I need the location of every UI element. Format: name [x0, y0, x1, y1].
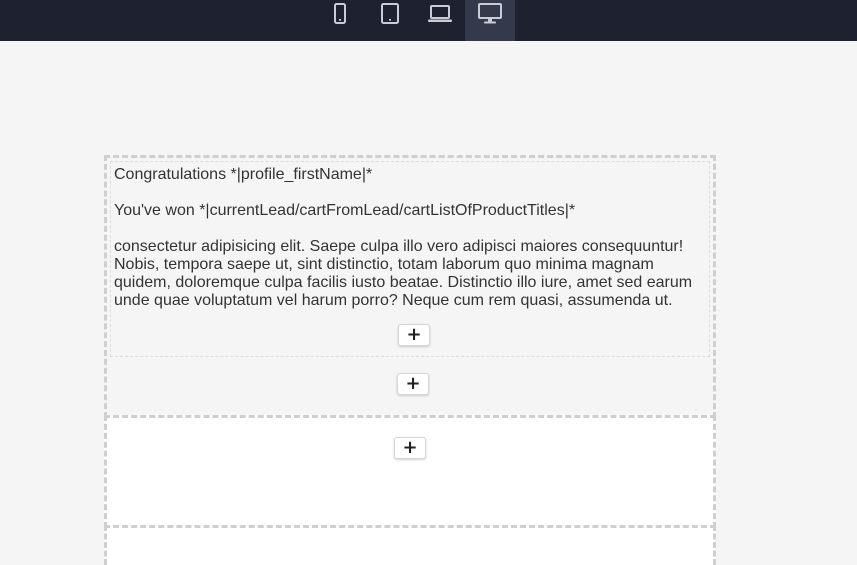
device-toolbar — [0, 0, 857, 41]
device-tablet-button[interactable] — [365, 0, 415, 41]
email-section-next[interactable] — [104, 525, 716, 565]
won-text: You've won *|currentLead/cartFromLead/ca… — [114, 202, 576, 219]
email-text[interactable]: Congratulations *|profile_firstName|* Yo… — [114, 166, 704, 310]
desktop-icon — [477, 3, 503, 25]
body-text: consectetur adipisicing elit. Saepe culp… — [114, 238, 693, 309]
greeting-text: Congratulations *|profile_firstName|* — [114, 166, 373, 183]
email-section-empty[interactable]: + — [104, 415, 716, 528]
device-desktop-button[interactable] — [465, 0, 515, 41]
laptop-icon — [427, 3, 453, 25]
add-row-button[interactable]: + — [397, 373, 429, 395]
device-mobile-button[interactable] — [315, 0, 365, 41]
device-laptop-button[interactable] — [415, 0, 465, 41]
add-section-button[interactable]: + — [394, 437, 426, 459]
mobile-icon — [329, 3, 351, 25]
tablet-icon — [379, 3, 401, 25]
add-block-button[interactable]: + — [398, 324, 430, 346]
email-section-content[interactable]: Congratulations *|profile_firstName|* Yo… — [104, 155, 716, 418]
email-canvas: Congratulations *|profile_firstName|* Yo… — [0, 41, 857, 565]
text-block[interactable]: Congratulations *|profile_firstName|* Yo… — [110, 161, 710, 357]
